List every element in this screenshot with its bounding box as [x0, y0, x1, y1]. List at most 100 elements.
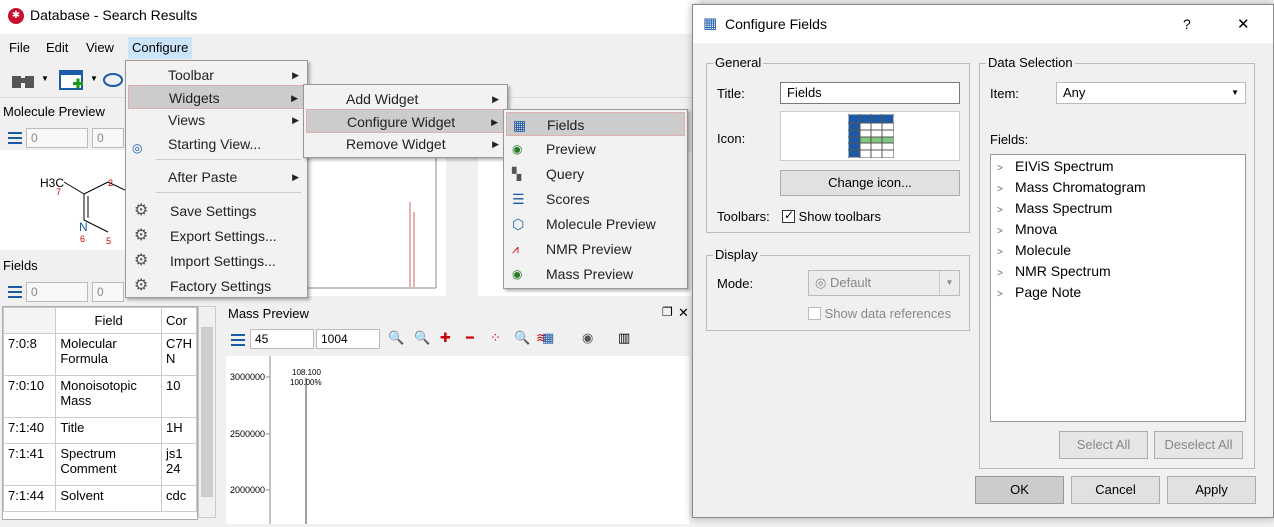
menu-item-widgets[interactable]: Widgets ▶ [128, 85, 305, 109]
dropdown-arrow-icon[interactable]: ▼ [90, 74, 98, 83]
menu-item-mass-preview[interactable]: ◉ Mass Preview [506, 262, 685, 286]
menu-view[interactable]: View [86, 40, 114, 55]
mass-spin-to[interactable]: 1004 [316, 329, 380, 349]
preview-eye-icon[interactable] [102, 72, 124, 88]
restore-panel-icon[interactable]: ❐ [662, 305, 673, 319]
cancel-button[interactable]: Cancel [1071, 476, 1160, 504]
tree-item[interactable]: > Mass Chromatogram [997, 179, 1146, 195]
close-button[interactable]: ✕ [1237, 15, 1250, 33]
tree-item[interactable]: > Mass Spectrum [997, 200, 1112, 216]
menu-item-remove-widget[interactable]: Remove Widget ▶ [306, 132, 505, 156]
menu-item-configure-widget[interactable]: Configure Widget ▶ [306, 109, 505, 133]
menu-item-fields[interactable]: ▦ Fields [506, 112, 685, 136]
menu-item-nmr-preview[interactable]: ⩘ NMR Preview [506, 237, 685, 261]
menu-item-molecule-preview[interactable]: ⬡ Molecule Preview [506, 212, 685, 236]
add-window-icon[interactable] [58, 68, 86, 94]
menu-item-factory-settings[interactable]: ⚙ Factory Settings [128, 274, 305, 298]
mode-eye-icon: ◎ [815, 275, 827, 290]
fields-tree[interactable]: > EIViS Spectrum > Mass Chromatogram > Mass… [990, 154, 1246, 422]
show-data-references-checkbox[interactable]: Show data references [808, 306, 951, 321]
query-binoculars-icon[interactable] [10, 70, 40, 90]
menu-item-starting-view[interactable]: ◎ Starting View... [128, 132, 305, 156]
panel-menu-icon[interactable] [8, 286, 22, 298]
menu-separator [156, 192, 301, 193]
menu-item-views[interactable]: Views ▶ [128, 108, 305, 132]
column-header-field[interactable]: Field [55, 307, 162, 334]
title-input[interactable]: Fields [780, 82, 960, 104]
mass-toolbar: 🔍 🔍 ✚ ━ ⁘ 🔍 ≋ ▦ ◉ ▥ [386, 330, 636, 350]
table-vertical-scrollbar[interactable] [198, 306, 216, 518]
molecule-spin-2[interactable]: 0 [92, 128, 124, 148]
apply-button[interactable]: Apply [1167, 476, 1256, 504]
tree-item[interactable]: > Mnova [997, 221, 1057, 237]
menu-item-import-settings[interactable]: ⚙ Import Settings... [128, 249, 305, 273]
menu-file[interactable]: File [9, 40, 30, 55]
close-panel-icon[interactable]: ✕ [678, 305, 689, 321]
mass-spin-from[interactable]: 45 [250, 329, 314, 349]
dropdown-arrow-icon[interactable]: ▼ [41, 74, 49, 83]
view-eye-icon[interactable]: ◉ [582, 330, 593, 346]
panel-menu-icon[interactable] [8, 132, 22, 144]
menu-item-save-settings[interactable]: ⚙ Save Settings [128, 199, 305, 223]
ok-button[interactable]: OK [975, 476, 1064, 504]
tree-item[interactable]: > EIViS Spectrum [997, 158, 1114, 174]
atom-number: 5 [106, 236, 112, 246]
menu-edit[interactable]: Edit [46, 40, 68, 55]
mass-spectrum-chart[interactable]: 3000000 2500000 2000000 108.100 100.00% [226, 356, 689, 524]
table-row[interactable]: 7:1:44 Solvent cdc [3, 485, 197, 512]
fields-table-icon: ▦ [703, 15, 718, 32]
title-label: Title: [717, 86, 745, 101]
fit-icon[interactable]: ⁘ [490, 330, 501, 346]
widgets-submenu: Add Widget ▶ Configure Widget ▶ Remove Wid… [303, 84, 508, 158]
help-button[interactable]: ? [1183, 16, 1191, 32]
column-header-content[interactable]: Cor [160, 307, 197, 334]
show-toolbars-checkbox[interactable]: Show toolbars [782, 208, 881, 224]
factory-settings-gear-icon: ⚙ [134, 277, 149, 294]
starting-view-eye-icon: ◎ [132, 141, 143, 155]
menu-item-query[interactable]: ▚ Query [506, 162, 685, 186]
zoom-in-icon[interactable]: 🔍 [388, 330, 404, 346]
table-row[interactable]: 7:1:41 Spectrum Comment js1 24 [3, 443, 197, 486]
atom-number: 6 [80, 234, 86, 244]
menu-configure[interactable]: Configure [128, 37, 193, 59]
barcode-icon[interactable]: ▥ [618, 330, 630, 346]
panel-menu-icon[interactable] [231, 334, 245, 346]
zoom-out-icon[interactable]: 🔍 [414, 330, 430, 346]
chevron-down-icon: ▼ [1231, 88, 1239, 97]
peak-label: 108.100 [292, 368, 321, 377]
molecule-hexagon-icon: ⬡ [512, 216, 525, 232]
table-row[interactable]: 7:1:40 Title 1H [3, 417, 197, 444]
table-row[interactable]: 7:0:10 Monoisotopic Mass 10 [3, 375, 197, 418]
tree-item[interactable]: > Molecule [997, 242, 1071, 258]
tree-item[interactable]: > Page Note [997, 284, 1081, 300]
menu-item-add-widget[interactable]: Add Widget ▶ [306, 87, 505, 111]
add-peak-icon[interactable]: ✚ [440, 330, 451, 346]
menu-item-toolbar[interactable]: Toolbar ▶ [128, 63, 305, 87]
change-icon-button[interactable]: Change icon... [780, 170, 960, 196]
remove-peak-icon[interactable]: ━ [466, 330, 474, 346]
zoom-fit-icon[interactable]: 🔍 [514, 330, 530, 346]
item-select[interactable]: Any ▼ [1056, 82, 1246, 104]
submenu-arrow-icon: ▶ [291, 93, 298, 103]
fields-grid-icon [848, 114, 894, 158]
configure-widget-submenu: ▦ Fields ◉ Preview ▚ Query ☰ Scores ⬡ Molecul… [503, 109, 688, 289]
select-all-button[interactable]: Select All [1059, 431, 1148, 459]
checkbox-unchecked-icon [808, 307, 821, 320]
menu-item-export-settings[interactable]: ⚙ Export Settings... [128, 224, 305, 248]
fields-spin-1[interactable]: 0 [26, 282, 88, 302]
atom-number: 7 [56, 187, 62, 197]
menu-item-after-paste[interactable]: After Paste ▶ [128, 165, 305, 189]
tree-item[interactable]: > NMR Spectrum [997, 263, 1111, 279]
scrollbar-thumb[interactable] [201, 327, 213, 497]
fields-spin-2[interactable]: 0 [92, 282, 124, 302]
nmr-preview-canvas[interactable] [306, 152, 446, 296]
fields-table: Field Cor 7:0:8 Molecular Formula C7H N 7:… [2, 306, 198, 520]
molecule-spin-1[interactable]: 0 [26, 128, 88, 148]
table-row[interactable]: 7:0:8 Molecular Formula C7H N [3, 333, 197, 376]
menu-item-preview[interactable]: ◉ Preview [506, 137, 685, 161]
deselect-all-button[interactable]: Deselect All [1154, 431, 1243, 459]
menu-item-scores[interactable]: ☰ Scores [506, 187, 685, 211]
table-icon[interactable]: ▦ [542, 330, 554, 346]
molecule-canvas[interactable]: H3C 7 2 N 6 5 [0, 150, 126, 250]
mode-select[interactable]: ◎ Default ▼ [808, 270, 960, 296]
